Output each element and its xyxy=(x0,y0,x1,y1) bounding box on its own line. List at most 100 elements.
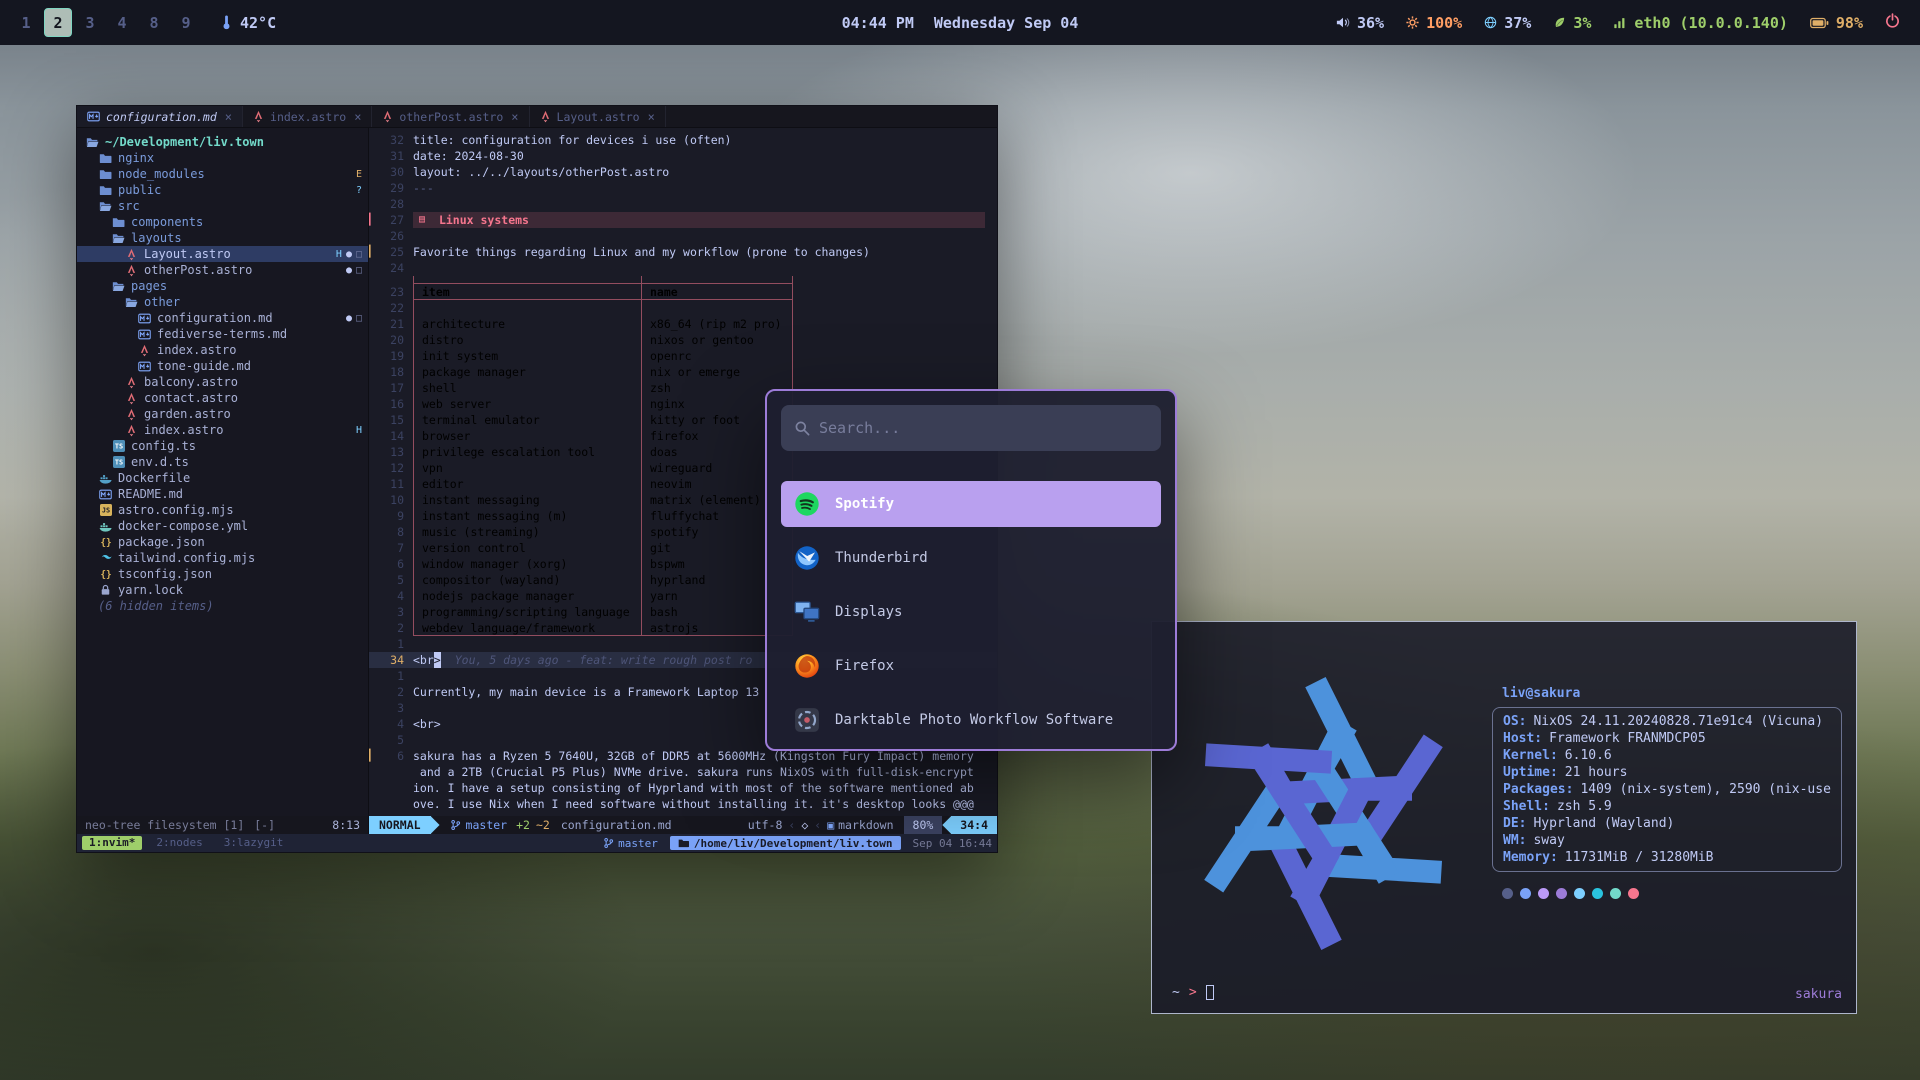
workspace-9[interactable]: 9 xyxy=(172,8,200,37)
tree-item-garden-astro[interactable]: garden.astro xyxy=(77,406,368,422)
md-icon xyxy=(137,329,152,340)
tree-item-pages[interactable]: pages xyxy=(77,278,368,294)
tree-item-contact-astro[interactable]: contact.astro xyxy=(77,390,368,406)
tree-item-public[interactable]: public? xyxy=(77,182,368,198)
statusline-separator: ‹ xyxy=(814,818,821,832)
workspace-4[interactable]: 4 xyxy=(108,8,136,37)
launcher-item-spotify[interactable]: Spotify xyxy=(781,481,1161,527)
tree-item-badges: ? xyxy=(356,185,362,196)
temperature-module[interactable]: 42°C xyxy=(220,14,276,32)
fetch-user-host: liv@sakura xyxy=(1492,686,1842,701)
launcher-item-firefox[interactable]: Firefox xyxy=(781,643,1161,689)
color-palette xyxy=(1492,888,1842,899)
module-network[interactable]: eth0 (10.0.0.140) xyxy=(1613,14,1788,32)
tree-item-tone-guide-md[interactable]: tone-guide.md xyxy=(77,358,368,374)
topbar: 123489 42°C 04:44 PM Wednesday Sep 04 36… xyxy=(0,0,1920,45)
tree-item-components[interactable]: components xyxy=(77,214,368,230)
launcher-item-thunderbird[interactable]: Thunderbird xyxy=(781,535,1161,581)
firefox-icon xyxy=(794,653,820,679)
tree-item-balcony-astro[interactable]: balcony.astro xyxy=(77,374,368,390)
tab-layout-astro[interactable]: Layout.astro × xyxy=(530,106,666,127)
tree-item-label: fediverse-terms.md xyxy=(157,327,287,341)
tree-item-6-hidden-items[interactable]: (6 hidden items) xyxy=(77,598,368,614)
tree-item-label: components xyxy=(131,215,203,229)
battery-icon xyxy=(1810,17,1829,29)
workspace-3[interactable]: 3 xyxy=(76,8,104,37)
tab-otherpost-astro[interactable]: otherPost.astro× xyxy=(372,106,529,127)
neotree-cursor-position: 8:13 xyxy=(332,818,360,832)
tree-item-astro-config-mjs[interactable]: JSastro.config.mjs xyxy=(77,502,368,518)
tree-item-layouts[interactable]: layouts xyxy=(77,230,368,246)
power-button[interactable] xyxy=(1885,13,1900,32)
tab-label: Layout.astro xyxy=(557,110,640,124)
tree-item-configuration-md[interactable]: configuration.md●□ xyxy=(77,310,368,326)
tree-item-dockerfile[interactable]: Dockerfile xyxy=(77,470,368,486)
buffer-line: ove. I use Nix when I need software with… xyxy=(369,796,997,812)
module-volume[interactable]: 36% xyxy=(1336,14,1384,32)
tree-item-label: astro.config.mjs xyxy=(118,503,234,517)
astro-icon xyxy=(124,392,139,405)
folder-icon xyxy=(111,217,126,228)
module-disk[interactable]: 37% xyxy=(1484,14,1531,32)
module-brightness[interactable]: 100% xyxy=(1406,14,1462,32)
table-row: web servernginx xyxy=(413,396,793,412)
palette-dot-1 xyxy=(1520,888,1531,899)
tree-item-yarn-lock[interactable]: yarn.lock xyxy=(77,582,368,598)
tab-close-icon[interactable]: × xyxy=(354,110,361,124)
tree-item-otherpost-astro[interactable]: otherPost.astro●□ xyxy=(77,262,368,278)
tree-item-nginx[interactable]: nginx xyxy=(77,150,368,166)
tree-item-tailwind-config-mjs[interactable]: tailwind.config.mjs xyxy=(77,550,368,566)
tab-close-icon[interactable]: × xyxy=(511,110,518,124)
tab-index-astro[interactable]: index.astro × xyxy=(243,106,372,127)
launcher-item-label: Displays xyxy=(835,604,902,620)
module-network-value: eth0 (10.0.0.140) xyxy=(1634,14,1788,32)
thermometer-icon xyxy=(220,15,233,30)
tree-item-label: garden.astro xyxy=(144,407,231,421)
neotree-collapse-indicator: [-] xyxy=(254,818,275,832)
tree-item-label: pages xyxy=(131,279,167,293)
clock-date: Wednesday Sep 04 xyxy=(934,14,1079,32)
module-battery[interactable]: 98% xyxy=(1810,14,1863,32)
tab-configuration-md[interactable]: configuration.md× xyxy=(77,106,243,127)
launcher-item-darktable-photo-workflow-software[interactable]: Darktable Photo Workflow Software xyxy=(781,697,1161,743)
tree-item-env-d-ts[interactable]: TSenv.d.ts xyxy=(77,454,368,470)
search-input[interactable] xyxy=(819,419,1148,437)
module-cpu[interactable]: 3% xyxy=(1553,14,1591,32)
tree-item-config-ts[interactable]: TSconfig.ts xyxy=(77,438,368,454)
fetch-line-de: DE:Hyprland (Wayland) xyxy=(1503,815,1831,832)
tmux-path-label: /home/liv/Development/liv.town xyxy=(694,837,893,850)
tree-item-fediverse-terms-md[interactable]: fediverse-terms.md xyxy=(77,326,368,342)
tree-item-docker-compose-yml[interactable]: docker-compose.yml xyxy=(77,518,368,534)
workspace-2[interactable]: 2 xyxy=(44,8,72,37)
tmux-window-3-lazygit[interactable]: 3:lazygit xyxy=(217,836,291,850)
launcher-list: Spotify Thunderbird Displays Firefox Darktab… xyxy=(781,481,1161,743)
neo-tree: ~/Development/liv.townnginxnode_modulesE… xyxy=(77,128,369,816)
tmux-window-1-nvim[interactable]: 1:nvim* xyxy=(82,836,142,850)
tree-item-other[interactable]: other xyxy=(77,294,368,310)
shell-prompt[interactable]: ~ > xyxy=(1172,985,1214,1000)
table-separator xyxy=(413,300,793,316)
workspace-8[interactable]: 8 xyxy=(140,8,168,37)
workspace-1[interactable]: 1 xyxy=(12,8,40,37)
search-box[interactable] xyxy=(781,405,1161,451)
tree-item-layout-astro[interactable]: Layout.astroH●□ xyxy=(77,246,368,262)
tree-item-src[interactable]: src xyxy=(77,198,368,214)
launcher-item-displays[interactable]: Displays xyxy=(781,589,1161,635)
tree-item-label: contact.astro xyxy=(144,391,238,405)
tree-item-tsconfig-json[interactable]: {}tsconfig.json xyxy=(77,566,368,582)
terminal-window[interactable]: liv@sakura OS:NixOS 24.11.20240828.71e91… xyxy=(1151,621,1857,1014)
signal-icon xyxy=(1613,16,1627,29)
tree-item-badges: ●□ xyxy=(346,313,362,324)
tree-item-node-modules[interactable]: node_modulesE xyxy=(77,166,368,182)
tab-close-icon[interactable]: × xyxy=(225,110,232,124)
tree-item-index-astro[interactable]: index.astroH xyxy=(77,422,368,438)
tab-close-icon[interactable]: × xyxy=(648,110,655,124)
tab-label: index.astro xyxy=(270,110,346,124)
tree-item-readme-md[interactable]: README.md xyxy=(77,486,368,502)
tree-item-development-liv-town[interactable]: ~/Development/liv.town xyxy=(77,134,368,150)
tree-item-index-astro[interactable]: index.astro xyxy=(77,342,368,358)
clock[interactable]: 04:44 PM Wednesday Sep 04 xyxy=(842,14,1079,32)
buffer-line: 23itemname xyxy=(369,284,997,300)
tmux-window-2-nodes[interactable]: 2:nodes xyxy=(149,836,209,850)
tree-item-package-json[interactable]: {}package.json xyxy=(77,534,368,550)
